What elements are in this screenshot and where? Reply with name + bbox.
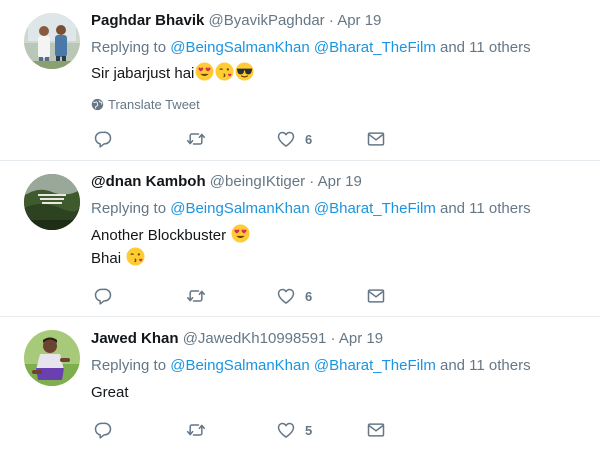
direct-message-button[interactable] xyxy=(366,285,386,307)
like-button[interactable]: 5 xyxy=(276,419,312,441)
tweet-text-line-row: Bhai xyxy=(91,247,250,270)
tweet-header: @dnan Kamboh @beingIKtiger · Apr 19 xyxy=(91,172,362,192)
tweet-text: Another Blockbuster Bhai xyxy=(91,224,250,270)
timestamp[interactable]: Apr 19 xyxy=(339,330,383,347)
retweet-button[interactable] xyxy=(186,285,206,307)
replying-to: Replying to @BeingSalmanKhan @Bharat_The… xyxy=(91,38,531,58)
separator: · xyxy=(330,330,336,347)
mention-link[interactable]: @Bharat_TheFilm xyxy=(314,200,436,217)
mention-link[interactable]: @Bharat_TheFilm xyxy=(314,357,436,374)
tweet-text: Sir jabarjust hai xyxy=(91,62,254,85)
avatar-photo xyxy=(24,174,80,230)
avatar[interactable] xyxy=(24,13,80,69)
tweet-text-line: Bhai xyxy=(91,250,122,267)
tweet-header: Paghdar Bhavik @ByavikPaghdar · Apr 19 xyxy=(91,11,381,31)
like-icon xyxy=(277,288,295,304)
message-icon xyxy=(367,132,385,146)
replying-label: Replying to xyxy=(91,39,167,56)
display-name[interactable]: Paghdar Bhavik xyxy=(91,12,204,29)
reply-button[interactable] xyxy=(93,128,113,150)
tweet-text-line-row: Another Blockbuster xyxy=(91,224,250,247)
tweet[interactable]: Jawed Khan @JawedKh10998591 · Apr 19 Rep… xyxy=(0,317,600,450)
reply-icon xyxy=(94,131,112,148)
reply-button[interactable] xyxy=(93,285,113,307)
like-icon xyxy=(277,131,295,147)
message-icon xyxy=(367,289,385,303)
tweet-actions: 6 xyxy=(91,128,391,150)
reply-button[interactable] xyxy=(93,419,113,441)
avatar[interactable] xyxy=(24,330,80,386)
like-icon xyxy=(277,422,295,438)
and-others-link[interactable]: and 11 others xyxy=(440,200,531,217)
avatar[interactable] xyxy=(24,174,80,230)
retweet-icon xyxy=(186,290,206,302)
avatar-photo xyxy=(24,330,80,386)
and-others-link[interactable]: and 11 others xyxy=(440,39,531,56)
tweet-text: Great xyxy=(91,382,129,404)
tweet[interactable]: Paghdar Bhavik @ByavikPaghdar · Apr 19 R… xyxy=(0,0,600,160)
timestamp[interactable]: Apr 19 xyxy=(318,173,362,190)
mention-link[interactable]: @Bharat_TheFilm xyxy=(314,39,436,56)
mention-link[interactable]: @BeingSalmanKhan xyxy=(170,39,309,56)
replying-to: Replying to @BeingSalmanKhan @Bharat_The… xyxy=(91,199,531,219)
retweet-icon xyxy=(186,133,206,145)
replying-label: Replying to xyxy=(91,357,167,374)
direct-message-button[interactable] xyxy=(366,419,386,441)
kiss-emoji xyxy=(126,247,145,266)
retweet-icon xyxy=(186,424,206,436)
tweet[interactable]: @dnan Kamboh @beingIKtiger · Apr 19 Repl… xyxy=(0,161,600,316)
separator: · xyxy=(328,12,334,29)
reply-icon xyxy=(94,288,112,305)
tweet-header: Jawed Khan @JawedKh10998591 · Apr 19 xyxy=(91,329,383,349)
display-name[interactable]: Jawed Khan xyxy=(91,330,179,347)
kiss-emoji xyxy=(215,62,234,81)
globe-icon xyxy=(91,98,104,111)
mention-link[interactable]: @BeingSalmanKhan xyxy=(170,357,309,374)
display-name[interactable]: @dnan Kamboh xyxy=(91,173,206,190)
sunglasses-emoji xyxy=(235,62,254,81)
like-button[interactable]: 6 xyxy=(276,128,312,150)
user-handle[interactable]: @JawedKh10998591 xyxy=(183,330,327,347)
heart-eyes-emoji xyxy=(231,224,250,243)
avatar-photo xyxy=(24,13,80,69)
tweet-text-line: Great xyxy=(91,384,129,401)
reply-icon xyxy=(94,422,112,439)
separator: · xyxy=(309,173,315,190)
like-count: 6 xyxy=(305,288,313,304)
like-count: 6 xyxy=(305,131,313,147)
like-button[interactable]: 6 xyxy=(276,285,312,307)
and-others-link[interactable]: and 11 others xyxy=(440,357,531,374)
translate-label: Translate Tweet xyxy=(108,97,200,112)
translate-tweet-link[interactable]: Translate Tweet xyxy=(91,97,200,113)
tweet-text-line: Another Blockbuster xyxy=(91,227,227,244)
mention-link[interactable]: @BeingSalmanKhan xyxy=(170,200,309,217)
tweet-actions: 6 xyxy=(91,285,391,307)
user-handle[interactable]: @ByavikPaghdar xyxy=(209,12,325,29)
retweet-button[interactable] xyxy=(186,128,206,150)
direct-message-button[interactable] xyxy=(366,128,386,150)
like-count: 5 xyxy=(305,422,313,438)
tweet-actions: 5 xyxy=(91,419,391,441)
tweet-text-line: Sir jabarjust hai xyxy=(91,65,195,82)
user-handle[interactable]: @beingIKtiger xyxy=(210,173,305,190)
message-icon xyxy=(367,423,385,437)
replying-to: Replying to @BeingSalmanKhan @Bharat_The… xyxy=(91,356,531,376)
replying-label: Replying to xyxy=(91,200,167,217)
timestamp[interactable]: Apr 19 xyxy=(337,12,381,29)
heart-eyes-emoji xyxy=(195,62,214,81)
retweet-button[interactable] xyxy=(186,419,206,441)
